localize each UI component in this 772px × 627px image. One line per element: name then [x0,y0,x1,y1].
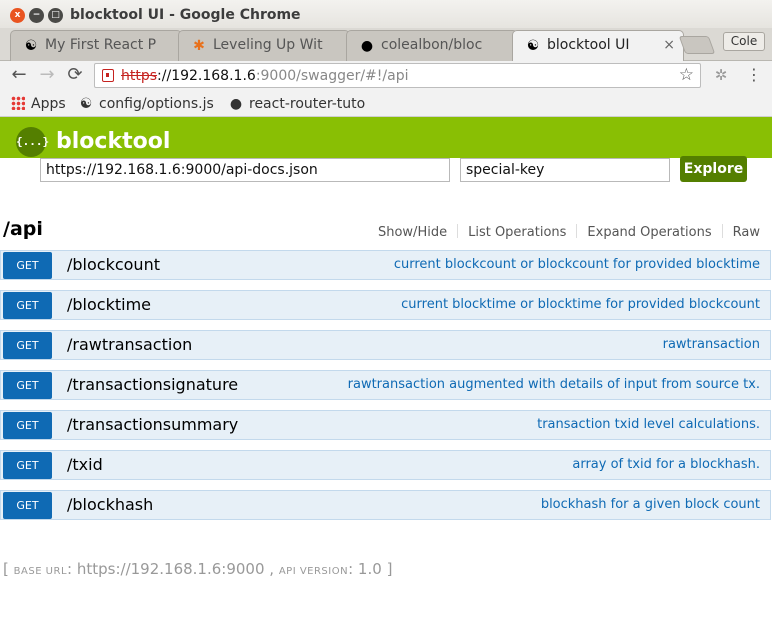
tab-leveling-up[interactable]: ✱ Leveling Up Wit [178,30,350,61]
get-method-badge[interactable]: GET [3,292,52,319]
tab-strip: ☯ My First React P ✱ Leveling Up Wit ● c… [0,28,772,62]
url-scheme: https [121,68,158,84]
link-divider [457,224,459,238]
operation-row[interactable]: GET /transactionsignature rawtransaction… [0,370,771,400]
resource-links: Show/Hide List Operations Expand Operation… [378,224,760,240]
bookmark-label: config/options.js [99,96,214,112]
operation-row[interactable]: GET /transactionsummary transaction txid… [0,410,771,440]
operations-list: GET /blockcount current blockcount or bl… [0,250,772,530]
get-method-badge[interactable]: GET [3,332,52,359]
api-version-value: 1.0 [357,560,382,578]
asterisk-icon: ✱ [193,38,205,54]
window-title: blocktool UI - Google Chrome [70,7,301,23]
base-url-value: https://192.168.1.6:9000 [76,560,265,578]
tab-colealbon-blocktool[interactable]: ● colealbon/bloc [346,30,518,61]
operation-summary[interactable]: rawtransaction [663,337,760,352]
forward-arrow-icon[interactable]: → [36,64,58,86]
reload-icon[interactable]: ⟳ [64,64,86,86]
tab-my-first-react[interactable]: ☯ My First React P [10,30,182,61]
spec-url-input[interactable] [40,158,450,182]
operation-summary[interactable]: array of txid for a blockhash. [572,457,760,472]
api-version-label: API VERSION [278,566,349,577]
swagger-header: {...} blocktool [0,117,772,158]
url-host: ://192.168.1.6 [157,68,256,84]
resource-header: /api Show/Hide List Operations Expand Oper… [0,216,772,246]
back-arrow-icon[interactable]: ← [8,64,30,86]
tab-label: Leveling Up Wit [213,37,323,53]
apps-grid-icon [11,96,25,110]
chrome-menu-icon[interactable]: ⋮ [745,66,763,84]
operation-summary[interactable]: current blocktime or blocktime for provi… [401,297,760,312]
bookmark-config-options[interactable]: ☯ config/options.js [78,94,214,114]
tab-label: My First React P [45,37,157,53]
link-divider [576,224,578,238]
window-close-button[interactable]: x [10,8,25,23]
tab-label: blocktool UI [547,37,630,53]
operation-path[interactable]: /blocktime [67,295,151,314]
operation-summary[interactable]: transaction txid level calculations. [537,417,760,432]
show-hide-link[interactable]: Show/Hide [378,225,447,240]
footer-open-bracket: [ [3,560,9,578]
address-bar[interactable]: https://192.168.1.6:9000/swagger/#!/api … [94,63,701,88]
new-tab-button[interactable] [678,36,716,54]
operation-summary[interactable]: rawtransaction augmented with details of… [348,377,760,392]
url-path: :9000/swagger/#!/api [255,68,409,84]
bookmark-react-router[interactable]: ● react-router-tuto [228,94,365,114]
url-text[interactable]: https://192.168.1.6:9000/swagger/#!/api [121,68,408,84]
resource-title[interactable]: /api [3,218,43,240]
window-minimize-button[interactable]: − [29,8,44,23]
operation-path[interactable]: /txid [67,455,103,474]
github-icon: ● [229,96,243,112]
operation-row[interactable]: GET /blockhash blockhash for a given blo… [0,490,771,520]
explore-button[interactable]: Explore [680,156,747,182]
operation-summary[interactable]: blockhash for a given block count [541,497,760,512]
yin-yang-icon: ☯ [24,38,38,54]
bookmark-label: react-router-tuto [249,96,366,112]
github-icon: ● [360,38,374,54]
profile-button[interactable]: Cole [723,32,765,51]
swagger-logo-icon[interactable]: {...} [16,127,49,157]
window-maximize-button[interactable]: □ [48,8,63,23]
operation-row[interactable]: GET /blockcount current blockcount or bl… [0,250,771,280]
explore-bar: Explore [0,156,772,188]
get-method-badge[interactable]: GET [3,412,52,439]
extension-icon[interactable]: ✲ [712,66,730,84]
operation-row[interactable]: GET /blocktime current blocktime or bloc… [0,290,771,320]
expand-operations-link[interactable]: Expand Operations [587,225,711,240]
bookmarks-bar: Apps ☯ config/options.js ● react-router-tu… [0,90,772,117]
operation-summary[interactable]: current blockcount or blockcount for pro… [394,257,760,272]
base-url-label: BASE URL [13,566,68,577]
bookmark-star-icon[interactable]: ☆ [679,65,694,85]
get-method-badge[interactable]: GET [3,372,52,399]
api-key-input[interactable] [460,158,670,182]
operation-path[interactable]: /rawtransaction [67,335,192,354]
yin-yang-icon: ☯ [526,38,540,54]
get-method-badge[interactable]: GET [3,452,52,479]
insecure-lock-icon[interactable] [102,69,114,82]
link-divider [721,224,723,238]
bookmark-label: Apps [31,96,66,112]
yin-yang-icon: ☯ [79,96,93,112]
tab-blocktool-ui[interactable]: ☯ blocktool UI × [512,30,684,62]
operation-path[interactable]: /transactionsignature [67,375,238,394]
footer-close-bracket: ] [386,560,393,578]
operation-path[interactable]: /blockcount [67,255,160,274]
tab-close-icon[interactable]: × [663,37,675,53]
operation-row[interactable]: GET /rawtransaction rawtransaction [0,330,771,360]
get-method-badge[interactable]: GET [3,252,52,279]
tab-label: colealbon/bloc [381,37,483,53]
swagger-footer: [ BASE URL: https://192.168.1.6:9000 , A… [3,560,393,578]
operation-path[interactable]: /blockhash [67,495,153,514]
browser-toolbar: ← → ⟳ https://192.168.1.6:9000/swagger/#… [0,61,772,90]
get-method-badge[interactable]: GET [3,492,52,519]
operation-path[interactable]: /transactionsummary [67,415,238,434]
operation-row[interactable]: GET /txid array of txid for a blockhash. [0,450,771,480]
swagger-brand[interactable]: blocktool [56,129,170,154]
bookmark-apps[interactable]: Apps [11,94,66,114]
raw-link[interactable]: Raw [733,225,760,240]
list-operations-link[interactable]: List Operations [468,225,566,240]
